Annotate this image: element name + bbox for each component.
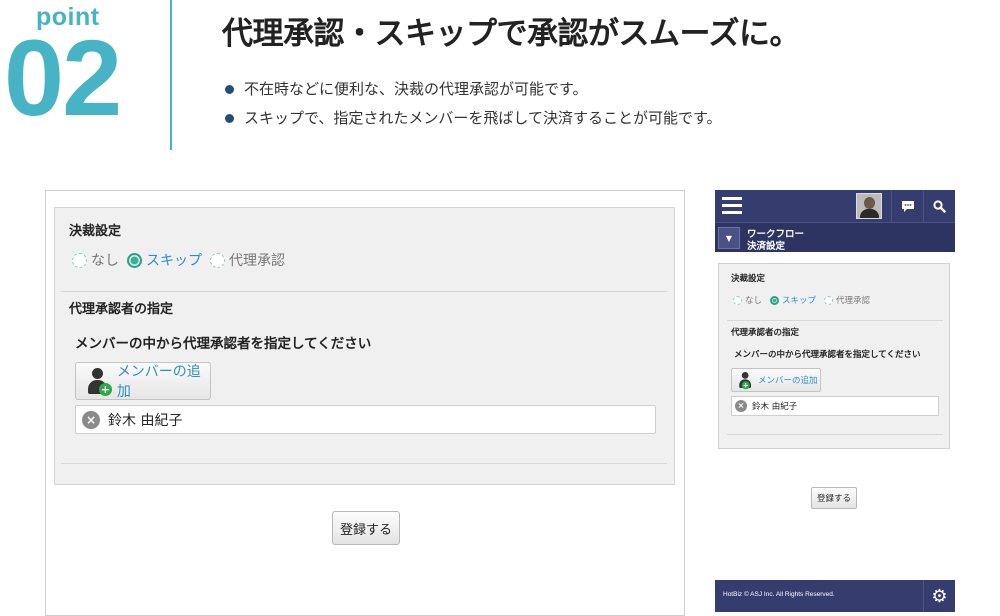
add-member-button[interactable]: + メンバーの追加	[731, 368, 821, 392]
member-entry: × 鈴木 由紀子	[75, 405, 656, 434]
chat-bubble-icon[interactable]	[891, 190, 923, 222]
close-circle-icon[interactable]: ×	[82, 410, 100, 429]
section-title-decision: 決裁設定	[731, 274, 766, 284]
divider	[61, 291, 667, 292]
desktop-screen: 決裁設定 なし スキップ 代理承認 代理承認者の指定 メンバーの中から代理承認者…	[45, 190, 685, 616]
decision-radio-group: なし スキップ 代理承認	[733, 294, 878, 306]
point-number: 02	[4, 17, 122, 138]
member-entry: × 鈴木 由紀子	[731, 396, 939, 416]
section-title-decision: 決裁設定	[69, 224, 122, 239]
close-circle-icon[interactable]: ×	[735, 400, 747, 412]
chevron-down-icon[interactable]: ▼	[718, 227, 740, 249]
radio-label: なし	[745, 296, 763, 306]
instruction-text: メンバーの中から代理承認者を指定してください	[734, 350, 921, 360]
radio-proxy[interactable]: 代理承認	[210, 250, 285, 270]
radio-circle	[210, 252, 225, 268]
radio-label: なし	[91, 253, 119, 269]
divider	[727, 320, 943, 321]
add-member-button[interactable]: + メンバーの追加	[75, 362, 211, 400]
radio-circle	[733, 295, 742, 305]
radio-circle	[72, 252, 87, 268]
radio-label: スキップ	[146, 253, 202, 269]
radio-label: スキップ	[782, 296, 817, 306]
bullet-item: スキップで、指定されたメンバーを飛ばして決済することが可能です。	[222, 107, 721, 136]
bullet-item: 不在時などに便利な、決裁の代理承認が可能です。	[222, 78, 721, 107]
search-icon[interactable]	[923, 190, 955, 222]
mobile-settings-panel: 決裁設定 なし スキップ 代理承認 代理承認者の指定 メンバーの中から代理承認者…	[718, 263, 950, 449]
point-divider	[170, 0, 172, 150]
gear-icon[interactable]: ⚙	[923, 580, 955, 612]
radio-label: 代理承認	[836, 296, 871, 306]
add-user-icon: +	[738, 371, 752, 390]
breadcrumb-current: 決済設定	[747, 241, 786, 252]
submit-button[interactable]: 登録する	[811, 487, 857, 509]
add-member-label: メンバーの追加	[116, 364, 201, 400]
mobile-topbar	[715, 190, 955, 222]
decision-radio-group: なし スキップ 代理承認	[72, 250, 293, 270]
mobile-footer: HotBiz © ASJ Inc. All Rights Reserved. ⚙	[715, 580, 955, 612]
radio-label: 代理承認	[229, 253, 285, 269]
footer-copyright: HotBiz © ASJ Inc. All Rights Reserved.	[723, 591, 835, 598]
divider	[727, 434, 943, 435]
instruction-text: メンバーの中から代理承認者を指定してください	[75, 336, 372, 352]
radio-circle-selected	[770, 295, 780, 305]
user-avatar[interactable]	[856, 193, 882, 219]
hamburger-icon[interactable]	[722, 197, 742, 215]
mobile-breadcrumb: ▼ ワークフロー 決済設定	[715, 222, 955, 252]
member-name: 鈴木 由紀子	[752, 402, 798, 412]
radio-proxy[interactable]: 代理承認	[824, 294, 870, 306]
radio-circle	[824, 295, 834, 305]
radio-skip[interactable]: スキップ	[127, 250, 202, 270]
section-title-proxy: 代理承認者の指定	[731, 328, 800, 338]
settings-panel: 決裁設定 なし スキップ 代理承認 代理承認者の指定 メンバーの中から代理承認者…	[54, 207, 675, 485]
add-member-label: メンバーの追加	[758, 376, 818, 386]
radio-none[interactable]: なし	[733, 294, 762, 306]
divider	[61, 463, 667, 464]
radio-skip[interactable]: スキップ	[770, 294, 816, 306]
headline: 代理承認・スキップで承認がスムーズに。	[222, 16, 800, 52]
submit-button[interactable]: 登録する	[332, 511, 400, 545]
radio-circle-selected	[127, 252, 142, 268]
feature-bullets: 不在時などに便利な、決裁の代理承認が可能です。 スキップで、指定されたメンバーを…	[222, 78, 721, 136]
add-user-icon: +	[86, 367, 112, 396]
member-name: 鈴木 由紀子	[108, 412, 183, 429]
radio-none[interactable]: なし	[72, 250, 119, 270]
section-title-proxy: 代理承認者の指定	[69, 302, 174, 317]
